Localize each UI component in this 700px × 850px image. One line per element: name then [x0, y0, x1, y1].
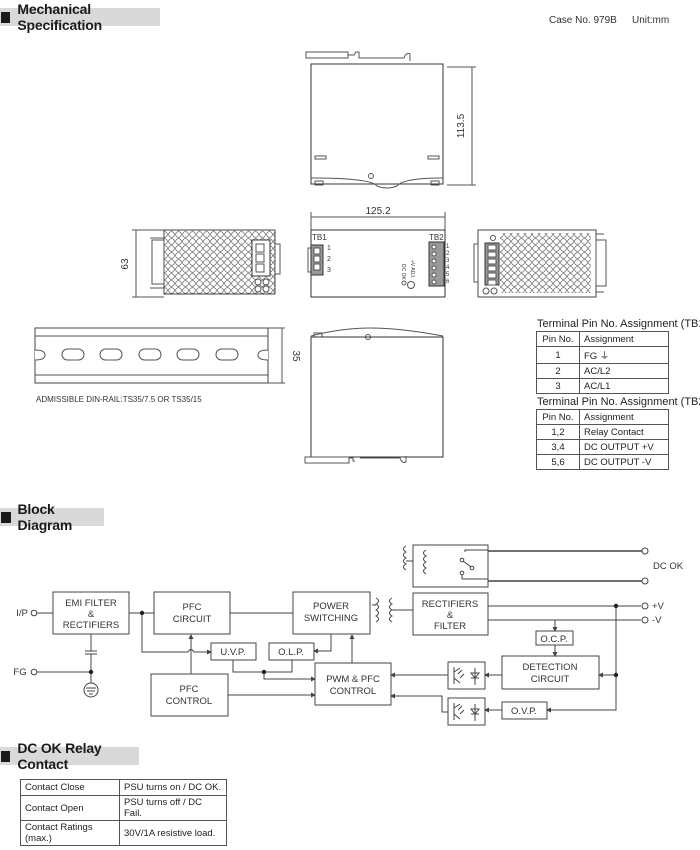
- pfc-circuit-label: PFC: [183, 602, 202, 613]
- pfc-control-label: CONTROL: [166, 696, 212, 707]
- relay-condition-cell: Contact Close: [20, 779, 120, 796]
- relay-description-cell: PSU turns off / DC Fail.: [119, 795, 227, 821]
- rectifiers-filter-label: &: [447, 610, 454, 621]
- relay-contact-table: Contact Close PSU turns on / DC OK. Conta…: [20, 779, 227, 846]
- table-row: Contact Close PSU turns on / DC OK.: [20, 779, 227, 796]
- pfc-control-label: PFC: [180, 684, 199, 695]
- emi-label: RECTIFIERS: [63, 620, 119, 631]
- rectifiers-filter-label: RECTIFIERS: [422, 599, 478, 610]
- olp-label: O.L.P.: [278, 647, 304, 658]
- relay-description-cell: 30V/1A resistive load.: [119, 820, 227, 846]
- pfc-control-box: [150, 673, 229, 717]
- table-row: Contact Open PSU turns off / DC Fail.: [20, 795, 227, 821]
- pwm-label: CONTROL: [330, 686, 376, 697]
- dc-ok-output-label: DC OK: [653, 561, 684, 572]
- detection-label: DETECTION: [523, 662, 578, 673]
- block-diagram: I/P FG EMI FILTER & RECTIFIERS PFC CIRCU…: [13, 544, 684, 726]
- relay-condition-cell: Contact Ratings (max.): [20, 820, 120, 846]
- relay-condition-cell: Contact Open: [20, 795, 120, 821]
- emi-label: &: [88, 609, 95, 620]
- ovp-label: O.V.P.: [511, 706, 537, 717]
- pfc-circuit-label: CIRCUIT: [173, 614, 212, 625]
- ip-label: I/P: [16, 608, 28, 619]
- relay-description-cell: PSU turns on / DC OK.: [119, 779, 227, 796]
- power-switching-label: SWITCHING: [304, 613, 358, 624]
- plus-v-output-label: +V: [652, 601, 665, 612]
- pfc-circuit-box: [153, 591, 231, 635]
- minus-v-output-label: -V: [652, 615, 662, 626]
- fg-label: FG: [13, 667, 26, 678]
- detection-label: CIRCUIT: [531, 674, 570, 685]
- pwm-label: PWM & PFC: [326, 674, 380, 685]
- table-row: Contact Ratings (max.) 30V/1A resistive l…: [20, 820, 227, 846]
- uvp-label: U.V.P.: [220, 647, 245, 658]
- power-switching-label: POWER: [313, 601, 349, 612]
- ocp-label: O.C.P.: [540, 634, 567, 645]
- emi-label: EMI FILTER: [65, 598, 117, 609]
- rectifiers-filter-label: FILTER: [434, 621, 466, 632]
